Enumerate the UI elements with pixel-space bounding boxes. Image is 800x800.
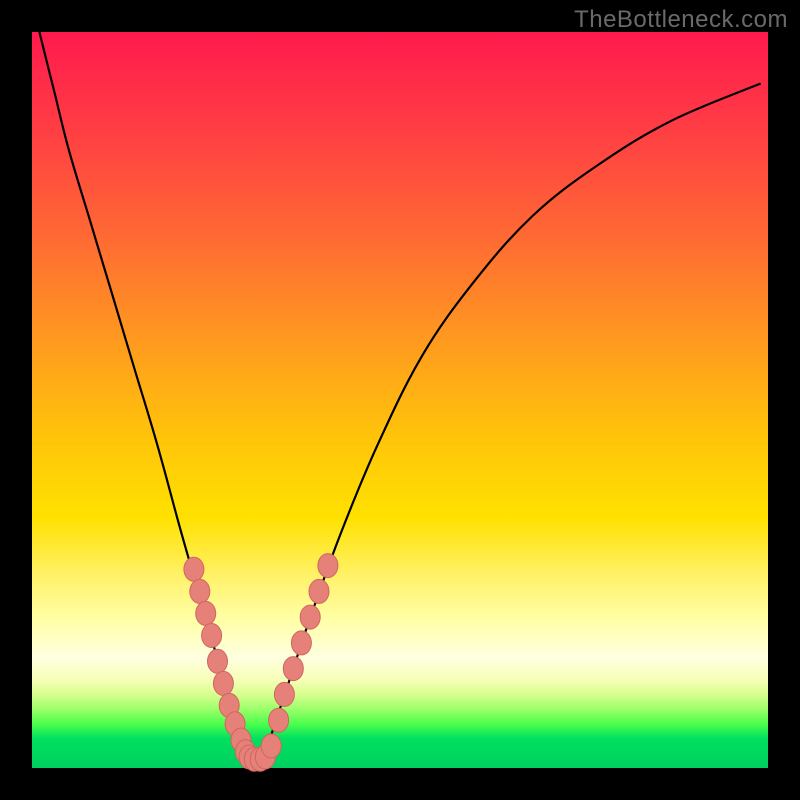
data-marker — [202, 624, 222, 648]
data-marker — [300, 605, 320, 629]
data-marker — [309, 579, 329, 603]
data-marker — [261, 734, 281, 758]
plot-area — [32, 32, 768, 768]
data-marker — [213, 671, 233, 695]
data-marker — [190, 579, 210, 603]
data-marker — [184, 557, 204, 581]
data-marker — [291, 631, 311, 655]
data-marker — [274, 682, 294, 706]
data-marker — [269, 708, 289, 732]
marker-group — [184, 554, 338, 772]
data-marker — [283, 657, 303, 681]
chart-frame: TheBottleneck.com — [0, 0, 800, 800]
data-marker — [196, 601, 216, 625]
bottleneck-curve — [39, 32, 760, 763]
data-marker — [318, 554, 338, 578]
watermark-text: TheBottleneck.com — [574, 6, 788, 34]
chart-svg — [32, 32, 768, 768]
data-marker — [208, 649, 228, 673]
